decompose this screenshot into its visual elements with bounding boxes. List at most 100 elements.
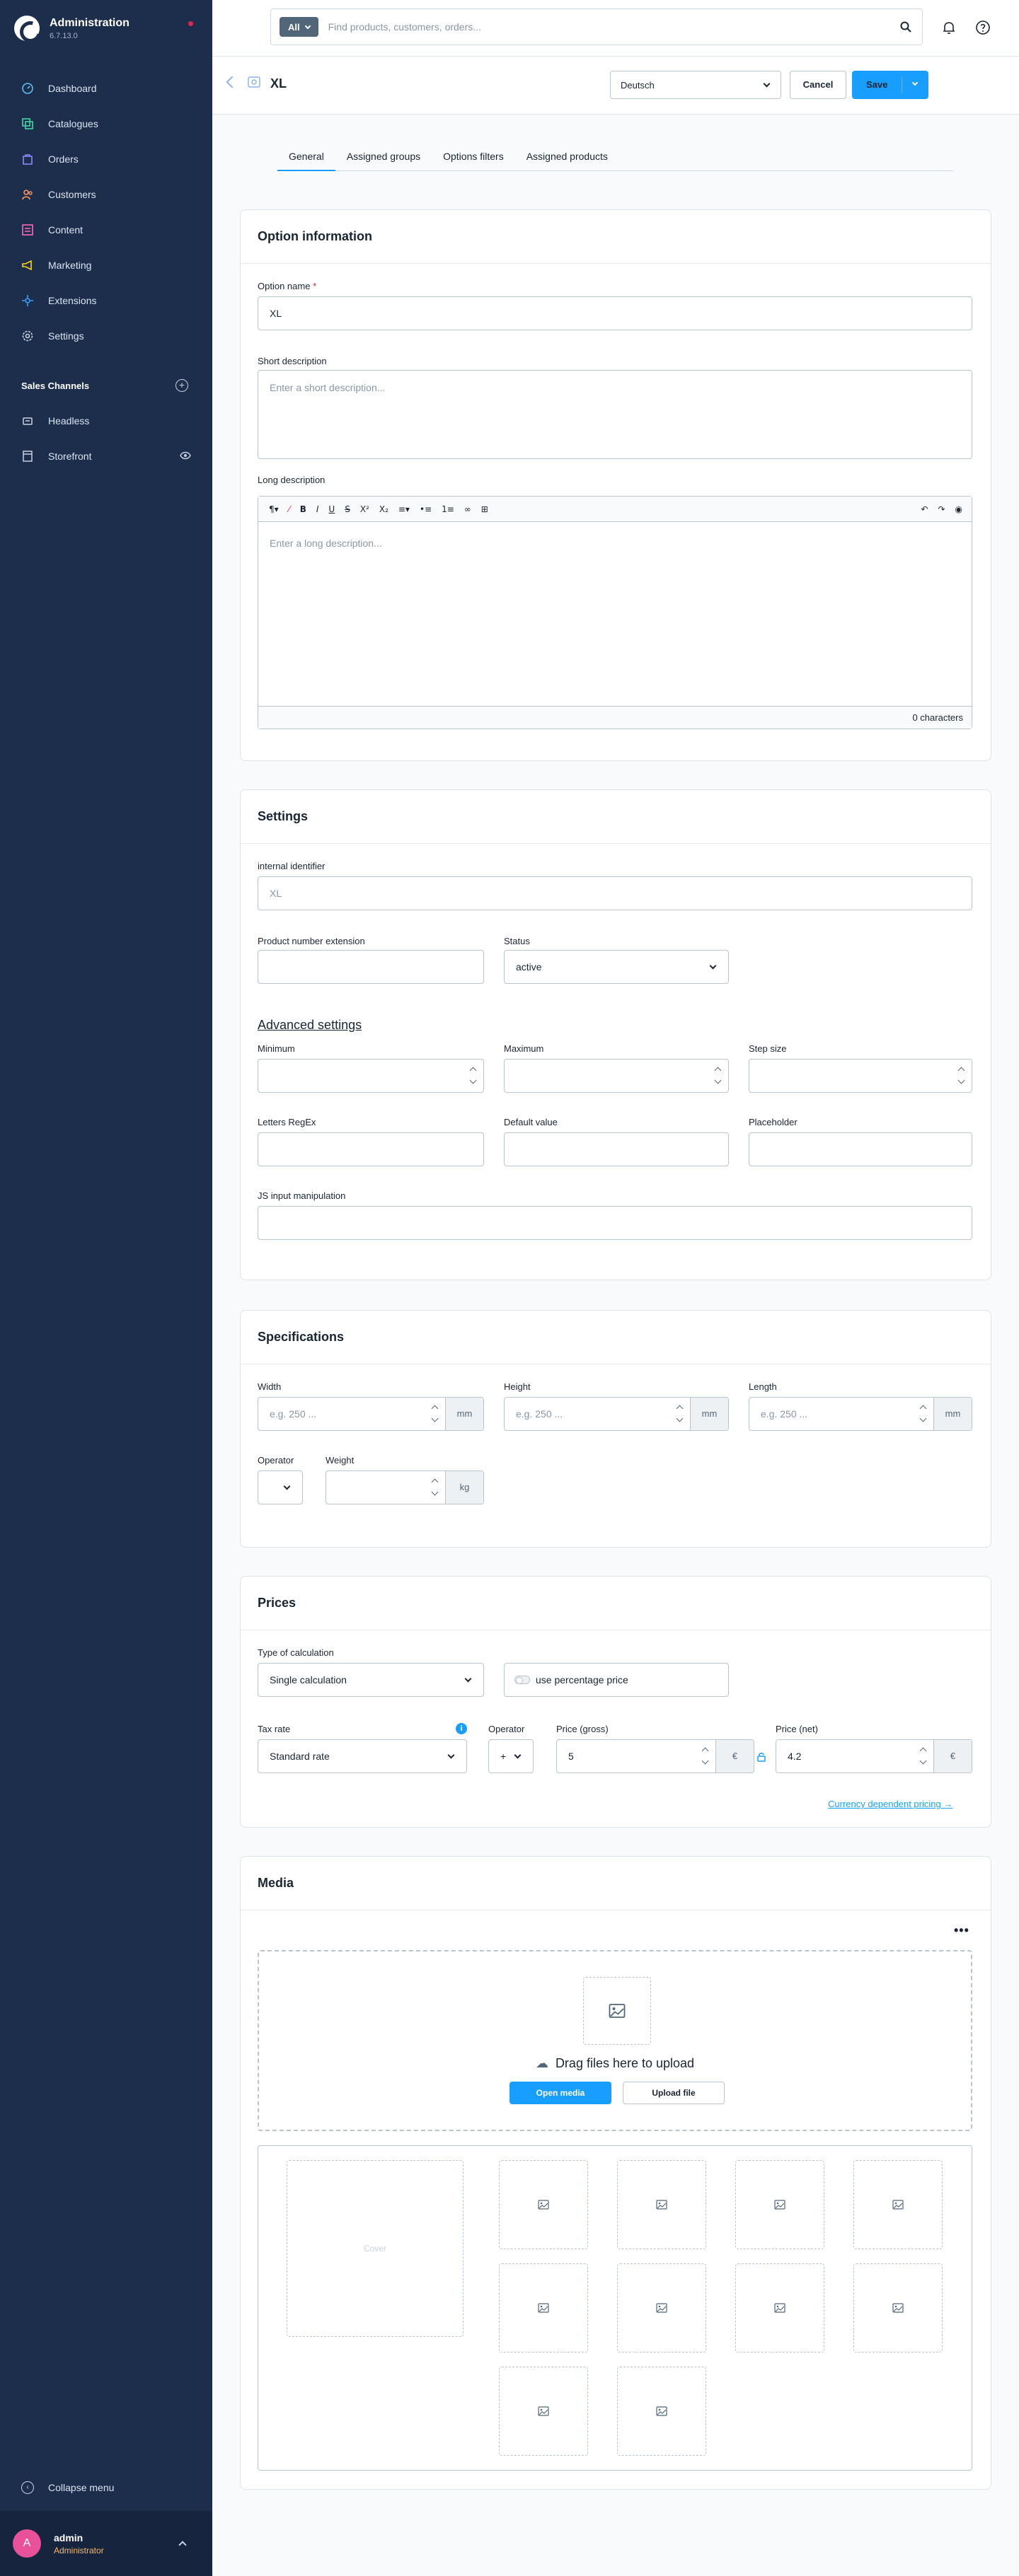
weight-input[interactable]: kg bbox=[326, 1470, 484, 1504]
save-button[interactable]: Save bbox=[852, 71, 928, 99]
italic-icon[interactable]: I bbox=[316, 504, 319, 514]
media-slot[interactable] bbox=[617, 2160, 706, 2249]
underline-icon[interactable]: U bbox=[328, 504, 335, 514]
numbered-list-icon[interactable]: 1≡ bbox=[442, 504, 454, 514]
link-icon[interactable]: ∞ bbox=[464, 504, 471, 514]
text-color-icon[interactable]: ⁄ bbox=[289, 504, 290, 514]
upload-file-button[interactable]: Upload file bbox=[623, 2082, 725, 2104]
number-stepper-icon[interactable] bbox=[701, 1746, 708, 1767]
back-arrow-icon[interactable] bbox=[226, 76, 238, 88]
redo-icon[interactable]: ↷ bbox=[938, 504, 945, 514]
short-description-textarea[interactable]: Enter a short description... bbox=[258, 370, 972, 459]
number-stepper-icon[interactable] bbox=[676, 1403, 683, 1425]
price-operator-select[interactable]: + bbox=[488, 1739, 534, 1773]
media-slot[interactable] bbox=[735, 2160, 824, 2249]
nav-item-customers[interactable]: Customers bbox=[0, 177, 212, 212]
sales-channel-headless[interactable]: Headless bbox=[0, 403, 212, 439]
default-value-input[interactable] bbox=[504, 1132, 729, 1166]
calculation-type-select[interactable]: Single calculation bbox=[258, 1663, 484, 1697]
media-slot[interactable] bbox=[617, 2263, 706, 2352]
search-icon[interactable] bbox=[899, 21, 912, 33]
media-upload-dropzone[interactable]: ☁ Drag files here to upload Open media Up… bbox=[258, 1950, 972, 2131]
tab-assigned-groups[interactable]: Assigned groups bbox=[335, 141, 432, 171]
step-size-number-input[interactable] bbox=[749, 1059, 972, 1093]
currency-dependent-pricing-link[interactable]: Currency dependent pricing → bbox=[828, 1799, 952, 1809]
height-input[interactable]: e.g. 250 ... mm bbox=[504, 1397, 729, 1431]
nav-item-catalogues[interactable]: Catalogues bbox=[0, 106, 212, 141]
media-slot[interactable] bbox=[617, 2367, 706, 2456]
price-gross-input[interactable]: 5 € bbox=[556, 1739, 754, 1773]
info-icon[interactable]: i bbox=[456, 1723, 467, 1734]
bell-icon[interactable] bbox=[941, 20, 957, 35]
number-stepper-icon[interactable] bbox=[714, 1065, 721, 1086]
internal-identifier-input[interactable]: XL bbox=[258, 876, 972, 910]
product-number-extension-label: Product number extension bbox=[258, 936, 365, 946]
editor-placeholder[interactable]: Enter a long description... bbox=[270, 538, 382, 549]
media-slot[interactable] bbox=[853, 2263, 943, 2352]
placeholder-input[interactable] bbox=[749, 1132, 972, 1166]
align-icon[interactable]: ≡▾ bbox=[398, 504, 410, 514]
nav-item-content[interactable]: Content bbox=[0, 212, 212, 248]
bold-icon[interactable]: B bbox=[300, 504, 306, 514]
nav-item-orders[interactable]: Orders bbox=[0, 141, 212, 177]
nav-item-settings[interactable]: Settings bbox=[0, 318, 212, 354]
media-slot[interactable] bbox=[853, 2160, 943, 2249]
strikethrough-icon[interactable]: S bbox=[345, 504, 350, 514]
superscript-icon[interactable]: X² bbox=[360, 504, 369, 514]
product-number-extension-input[interactable] bbox=[258, 950, 484, 984]
tax-rate-select[interactable]: Standard rate bbox=[258, 1739, 467, 1773]
chevron-up-icon[interactable] bbox=[178, 2541, 187, 2549]
sales-channel-storefront[interactable]: Storefront bbox=[0, 439, 212, 474]
paragraph-format-icon[interactable]: ¶▾ bbox=[269, 504, 279, 514]
tab-options-filters[interactable]: Options filters bbox=[432, 141, 515, 171]
percentage-price-toggle[interactable]: use percentage price bbox=[504, 1663, 729, 1697]
search-type-dropdown[interactable]: All bbox=[280, 17, 318, 37]
nav-item-extensions[interactable]: Extensions bbox=[0, 283, 212, 318]
media-slot[interactable] bbox=[499, 2367, 588, 2456]
nav-item-dashboard[interactable]: Dashboard bbox=[0, 71, 212, 106]
tab-general[interactable]: General bbox=[277, 141, 335, 171]
brand[interactable]: Administration 6.7.13.0 bbox=[14, 16, 129, 41]
number-stepper-icon[interactable] bbox=[919, 1746, 926, 1767]
cancel-button[interactable]: Cancel bbox=[790, 71, 846, 99]
option-name-input[interactable]: XL bbox=[258, 296, 972, 330]
open-media-button[interactable]: Open media bbox=[510, 2082, 611, 2104]
user-menu[interactable]: A admin Administrator bbox=[0, 2511, 212, 2576]
media-slot[interactable] bbox=[499, 2263, 588, 2352]
chevron-down-icon[interactable] bbox=[911, 79, 919, 86]
chevron-down-icon bbox=[709, 962, 717, 970]
help-icon[interactable] bbox=[975, 20, 991, 35]
maximum-number-input[interactable] bbox=[504, 1059, 729, 1093]
minimum-number-input[interactable] bbox=[258, 1059, 484, 1093]
cover-image-slot[interactable]: Cover bbox=[287, 2160, 464, 2337]
table-icon[interactable]: ⊞ bbox=[481, 504, 488, 514]
number-stepper-icon[interactable] bbox=[957, 1065, 965, 1086]
number-stepper-icon[interactable] bbox=[469, 1065, 476, 1086]
nav-item-marketing[interactable]: Marketing bbox=[0, 248, 212, 283]
js-input-manipulation-input[interactable] bbox=[258, 1206, 972, 1240]
link-lock-icon[interactable] bbox=[757, 1752, 766, 1762]
eye-icon[interactable] bbox=[180, 451, 191, 460]
subscript-icon[interactable]: X₂ bbox=[379, 504, 388, 514]
weight-operator-select[interactable] bbox=[258, 1470, 303, 1504]
price-net-input[interactable]: 4.2 € bbox=[776, 1739, 972, 1773]
search-input[interactable] bbox=[328, 21, 880, 33]
switch-icon[interactable] bbox=[514, 1676, 530, 1684]
length-input[interactable]: e.g. 250 ... mm bbox=[749, 1397, 972, 1431]
number-stepper-icon[interactable] bbox=[431, 1403, 438, 1425]
undo-icon[interactable]: ↶ bbox=[921, 504, 928, 514]
media-slot[interactable] bbox=[735, 2263, 824, 2352]
letters-regex-input[interactable] bbox=[258, 1132, 484, 1166]
number-stepper-icon[interactable] bbox=[919, 1403, 926, 1425]
media-slot[interactable] bbox=[499, 2160, 588, 2249]
language-switch[interactable]: Deutsch bbox=[610, 71, 781, 99]
collapse-menu-button[interactable]: ‹ Collapse menu bbox=[21, 2481, 114, 2494]
code-view-icon[interactable]: ◉ bbox=[955, 504, 962, 514]
tab-assigned-products[interactable]: Assigned products bbox=[515, 141, 619, 171]
more-options-icon[interactable]: ••• bbox=[954, 1923, 969, 1938]
number-stepper-icon[interactable] bbox=[431, 1477, 438, 1498]
width-input[interactable]: e.g. 250 ... mm bbox=[258, 1397, 484, 1431]
bullet-list-icon[interactable]: •≡ bbox=[420, 504, 432, 514]
add-sales-channel-icon[interactable]: + bbox=[175, 379, 188, 392]
status-select[interactable]: active bbox=[504, 950, 729, 984]
